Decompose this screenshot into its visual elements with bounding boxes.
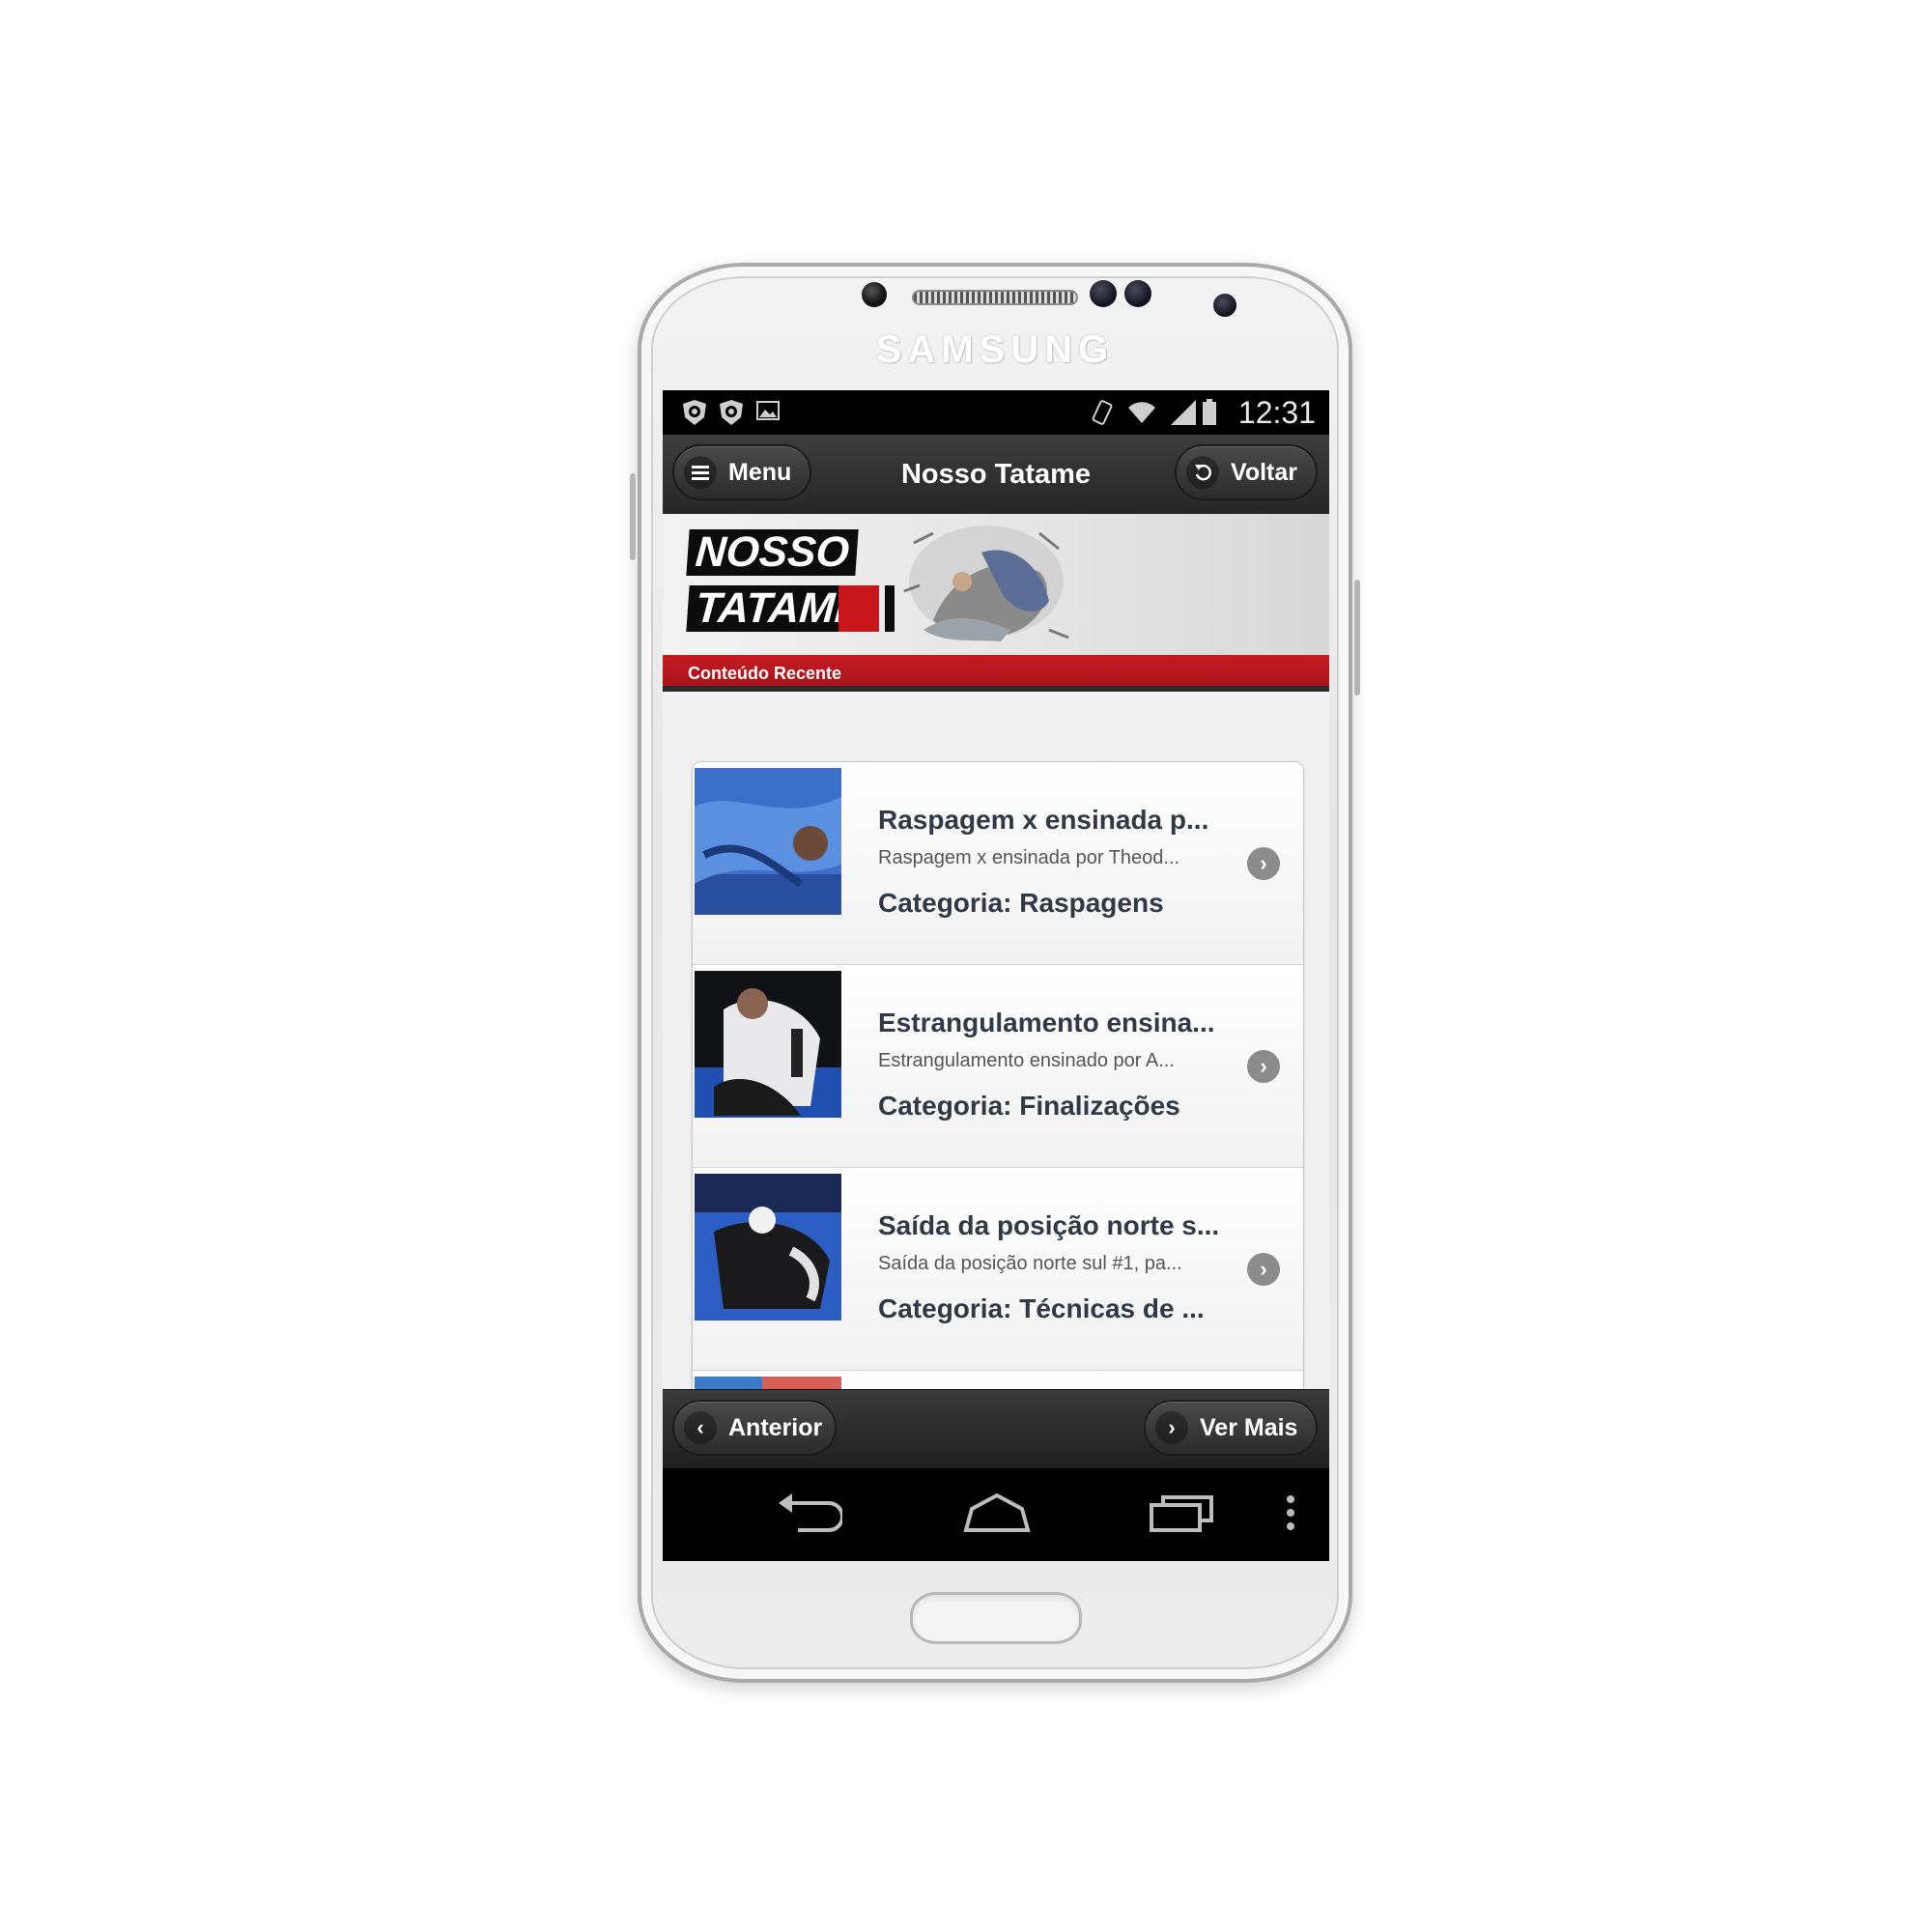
item-description: Estrangulamento ensinado por A... (878, 1050, 1175, 1071)
battery-icon (1203, 399, 1216, 425)
chevron-right-icon: › (1247, 847, 1280, 880)
chevron-right-icon: › (1247, 1253, 1280, 1286)
video-thumbnail (695, 1174, 841, 1321)
item-description: Raspagem x ensinada por Theod... (878, 847, 1180, 868)
page-title: Nosso Tatame (900, 459, 1092, 490)
list-item[interactable]: Estrangulamento ensina... Estrangulament… (693, 965, 1303, 1168)
brand-logo: SAMSUNG (875, 328, 1115, 371)
see-more-label: Ver Mais (1200, 1413, 1298, 1441)
overflow-menu-icon[interactable] (1285, 1492, 1296, 1534)
menu-button[interactable]: Menu (672, 444, 811, 500)
app-header: Menu Nosso Tatame Voltar (663, 435, 1329, 515)
item-category: Categoria: Finalizações (878, 1091, 1180, 1121)
home-hardware-button[interactable] (910, 1592, 1082, 1644)
list-item[interactable]: Saída da posição norte s... Saída da pos… (693, 1168, 1303, 1371)
logo-black-bar (885, 585, 895, 632)
previous-button[interactable]: ‹ Anterior (672, 1400, 837, 1456)
chevron-left-icon: ‹ (684, 1411, 717, 1444)
screen: 12:31 Menu Nosso Tatame Voltar NOSSO TAT… (663, 390, 1329, 1561)
undo-icon (1186, 456, 1219, 489)
image-icon (756, 401, 780, 420)
item-title: Saída da posição norte s... (878, 1210, 1220, 1240)
wifi-icon (1128, 402, 1155, 423)
chevron-right-icon: › (1155, 1411, 1188, 1444)
back-label: Voltar (1231, 458, 1297, 486)
proximity-sensor (1090, 280, 1117, 307)
item-category: Categoria: Raspagens (878, 888, 1164, 918)
system-nav-bar (663, 1468, 1329, 1561)
item-description: Saída da posição norte sul #1, pa... (878, 1253, 1182, 1274)
back-icon[interactable] (775, 1492, 842, 1534)
logo-text-line1: NOSSO (686, 528, 859, 576)
video-thumbnail (695, 768, 841, 915)
power-key (1354, 580, 1360, 696)
shield-icon (683, 400, 706, 425)
recent-content-list: Raspagem x ensinada p... Raspagem x ensi… (692, 761, 1304, 1410)
clock: 12:31 (1237, 395, 1316, 430)
back-button[interactable]: Voltar (1175, 444, 1318, 500)
status-bar: 12:31 (663, 390, 1329, 435)
volume-key (630, 473, 636, 560)
item-title: Estrangulamento ensina... (878, 1008, 1215, 1037)
home-icon[interactable] (962, 1492, 1032, 1534)
list-item[interactable]: Raspagem x ensinada p... Raspagem x ensi… (693, 762, 1303, 965)
recent-apps-icon[interactable] (1148, 1492, 1217, 1534)
item-title: Raspagem x ensinada p... (878, 805, 1209, 835)
item-category: Categoria: Técnicas de ... (878, 1293, 1205, 1323)
signal-icon (1171, 400, 1196, 425)
previous-label: Anterior (728, 1413, 823, 1441)
video-thumbnail (695, 971, 841, 1118)
earpiece-speaker (912, 290, 1078, 305)
see-more-button[interactable]: › Ver Mais (1144, 1400, 1318, 1456)
chevron-right-icon: › (1247, 1050, 1280, 1083)
vibrate-icon (1092, 400, 1113, 425)
hamburger-icon (684, 456, 717, 489)
section-header: Conteúdo Recente (663, 655, 1329, 692)
menu-label: Menu (728, 458, 792, 486)
grappling-illustration (903, 526, 1069, 641)
light-sensor (1124, 280, 1151, 307)
brand-banner: NOSSO TATAME (663, 514, 1329, 655)
logo-red-block (838, 585, 879, 632)
shield-icon (720, 400, 743, 425)
front-camera-lens (1213, 294, 1236, 317)
pagination-toolbar: ‹ Anterior › Ver Mais (663, 1389, 1329, 1469)
front-camera (862, 282, 887, 307)
